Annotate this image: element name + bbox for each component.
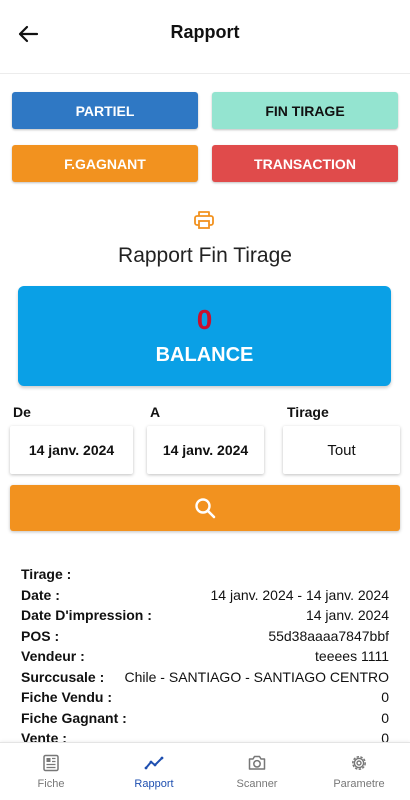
- transaction-button[interactable]: TRANSACTION: [212, 145, 398, 182]
- report-details: Tirage : Date : 14 janv. 2024 - 14 janv.…: [21, 564, 389, 742]
- detail-key: Fiche Gagnant :: [21, 709, 127, 726]
- detail-key: Surccusale :: [21, 668, 105, 685]
- detail-row: Surccusale : Chile - SANTIAGO - SANTIAGO…: [21, 667, 389, 688]
- nav-parametre-label: Parametre: [333, 778, 385, 790]
- detail-key: Vente :: [21, 730, 67, 742]
- fin-tirage-button[interactable]: FIN TIRAGE: [212, 92, 398, 129]
- nav-fiche[interactable]: Fiche: [0, 743, 102, 800]
- balance-label: BALANCE: [155, 344, 254, 366]
- nav-parametre[interactable]: Parametre: [308, 743, 410, 800]
- gear-icon: [352, 756, 366, 770]
- detail-row: Fiche Vendu : 0: [21, 687, 389, 708]
- page-title: Rapport: [170, 22, 240, 42]
- nav-scanner[interactable]: Scanner: [206, 743, 308, 800]
- detail-key: Date :: [21, 586, 60, 603]
- balance-card: 0 BALANCE: [18, 286, 391, 386]
- balance-value: 0: [196, 304, 213, 335]
- detail-value: 14 janv. 2024: [305, 607, 389, 623]
- printer-icon[interactable]: [192, 208, 216, 232]
- detail-value: 55d38aaaa7847bbf: [268, 627, 389, 644]
- a-label: A: [150, 404, 161, 420]
- detail-row: Tirage :: [21, 564, 389, 585]
- tirage-label: Tirage: [287, 404, 329, 420]
- detail-row: Vente : 0: [21, 728, 389, 742]
- search-icon: [195, 498, 216, 519]
- detail-row: Fiche Gagnant : 0: [21, 708, 389, 729]
- nav-scanner-label: Scanner: [236, 778, 278, 790]
- detail-value: teeees 1111: [315, 648, 389, 664]
- detail-row: Vendeur : teeees 1111: [21, 646, 389, 667]
- date-from-field[interactable]: 14 janv. 2024: [10, 426, 133, 474]
- detail-row: Date : 14 janv. 2024 - 14 janv. 2024: [21, 585, 389, 606]
- detail-value: 0: [381, 709, 389, 726]
- detail-key: Tirage :: [21, 566, 72, 582]
- app-header: Rapport: [0, 0, 410, 74]
- nav-fiche-label: Fiche: [37, 778, 65, 790]
- date-to-field[interactable]: 14 janv. 2024: [147, 426, 264, 474]
- detail-key: POS :: [21, 627, 60, 644]
- detail-value: 0: [381, 730, 389, 742]
- tirage-select[interactable]: Tout: [283, 426, 400, 474]
- report-title: Rapport Fin Tirage: [118, 244, 292, 267]
- detail-value: 0: [381, 689, 389, 705]
- app-screen: Rapport PARTIEL FIN TIRAGE F.GAGNANT TRA…: [0, 0, 410, 800]
- bottom-navigation: Fiche Rapport Scanner Parametre: [0, 742, 410, 800]
- detail-value: 14 janv. 2024 - 14 janv. 2024: [210, 586, 390, 603]
- nav-rapport-label: Rapport: [134, 778, 174, 790]
- detail-key: Date D'impression :: [21, 607, 152, 623]
- search-button[interactable]: [10, 485, 400, 531]
- detail-key: Vendeur :: [21, 648, 85, 664]
- detail-row: Date D'impression : 14 janv. 2024: [21, 605, 389, 626]
- newspaper-icon: [43, 754, 59, 772]
- chart-line-icon: [144, 756, 164, 770]
- detail-value: Chile - SANTIAGO - SANTIAGO CENTRO: [124, 668, 389, 685]
- detail-key: Fiche Vendu :: [21, 689, 113, 705]
- de-label: De: [13, 404, 31, 420]
- detail-row: POS : 55d38aaaa7847bbf: [21, 626, 389, 647]
- f-gagnant-button[interactable]: F.GAGNANT: [12, 145, 198, 182]
- camera-icon: [248, 755, 266, 770]
- nav-rapport[interactable]: Rapport: [103, 743, 205, 800]
- partiel-button[interactable]: PARTIEL: [12, 92, 198, 129]
